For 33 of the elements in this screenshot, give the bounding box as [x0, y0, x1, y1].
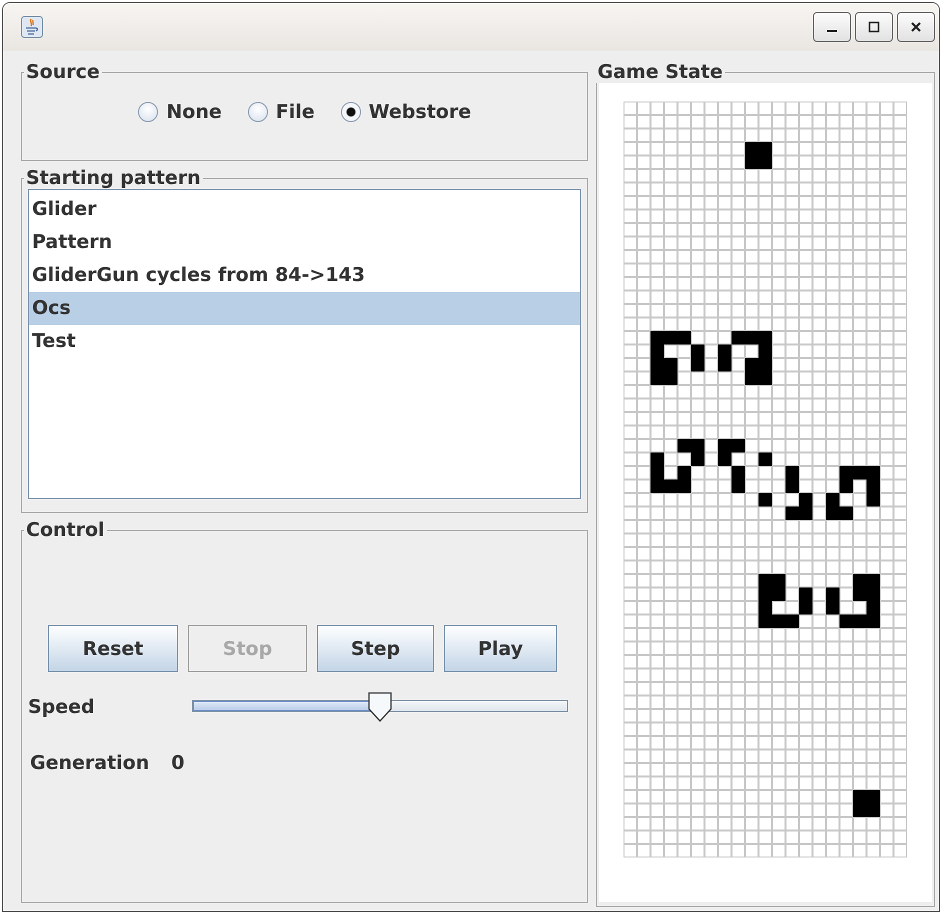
action-button[interactable]: Reset [48, 625, 178, 672]
generation-value: 0 [171, 752, 184, 774]
close-icon [910, 21, 922, 33]
list-item[interactable]: GliderGun cycles from 84->143 [29, 259, 580, 292]
group-title: Starting pattern [25, 167, 202, 189]
list-item[interactable]: Glider [29, 193, 580, 226]
group-title: Game State [596, 61, 724, 83]
radio-button[interactable] [248, 102, 268, 122]
radio-label: File [276, 101, 315, 123]
radio-option[interactable]: None [138, 101, 222, 123]
generation-label: Generation [30, 752, 150, 774]
radio-label: None [166, 101, 222, 123]
group-title: Source [25, 61, 101, 83]
list-item[interactable]: Test [29, 325, 580, 358]
slider-thumb[interactable] [367, 692, 393, 722]
action-button[interactable]: Step [317, 625, 434, 672]
coffee-cup-icon [21, 16, 43, 38]
group-title: Control [25, 519, 106, 541]
speed-slider[interactable] [192, 692, 568, 722]
list-item[interactable]: Pattern [29, 226, 580, 259]
radio-button[interactable] [340, 102, 361, 122]
radio-label: Webstore [368, 101, 472, 123]
radio-button[interactable] [138, 102, 158, 122]
speed-label: Speed [28, 696, 96, 718]
maximize-icon [868, 21, 880, 33]
minimize-icon [827, 30, 837, 32]
close-button[interactable] [897, 12, 935, 42]
action-button[interactable]: Play [444, 625, 557, 672]
radio-option[interactable]: Webstore [340, 101, 472, 123]
minimize-button[interactable] [813, 12, 851, 42]
maximize-button[interactable] [855, 12, 893, 42]
list-item[interactable]: Ocs [29, 292, 580, 325]
radio-option[interactable]: File [248, 101, 315, 123]
